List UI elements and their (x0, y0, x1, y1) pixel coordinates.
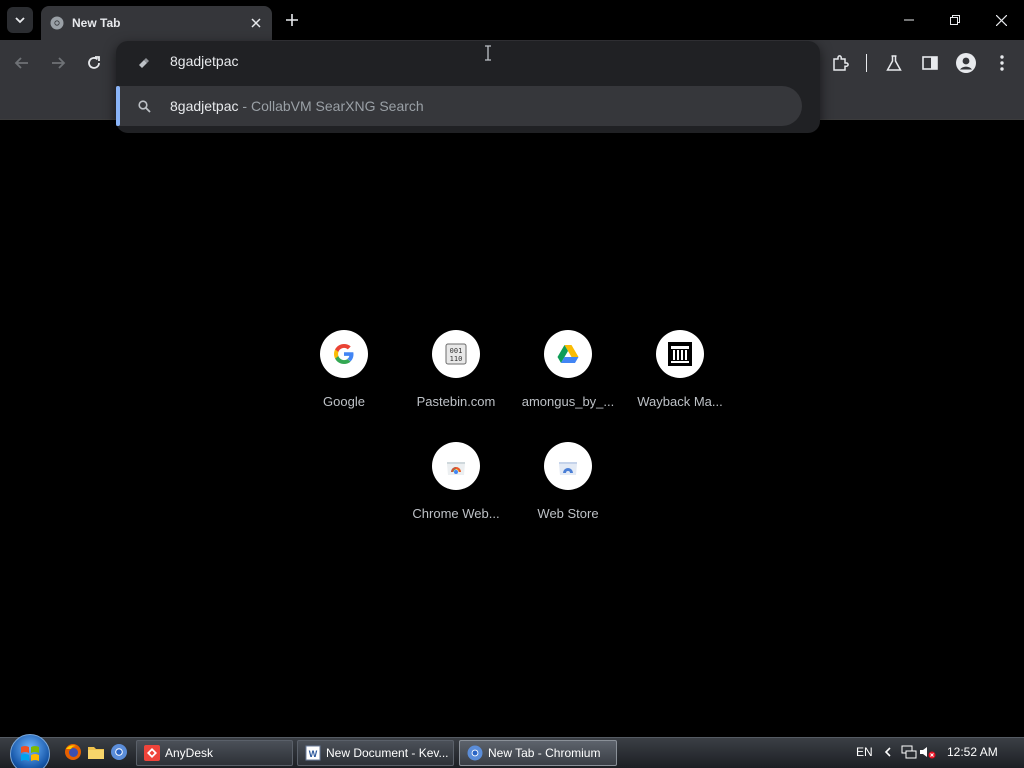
shortcut-label: amongus_by_... (521, 394, 615, 409)
restore-icon (950, 15, 960, 25)
omnibox-input-row (116, 41, 820, 85)
shortcut-label: Web Store (537, 506, 599, 521)
extensions-button[interactable] (828, 51, 852, 75)
shortcut-tile[interactable]: amongus_by_... (512, 330, 624, 442)
firefox-quicklaunch[interactable] (64, 743, 82, 761)
labs-button[interactable] (882, 51, 906, 75)
language-indicator[interactable]: EN (856, 745, 873, 759)
folder-icon (88, 747, 104, 759)
shortcut-icon-circle (320, 330, 368, 378)
suggestion-text: 8gadjetpac - CollabVM SearXNG Search (170, 98, 424, 114)
shortcut-icon-circle (432, 442, 480, 490)
side-panel-icon (922, 56, 938, 70)
flask-icon (886, 55, 902, 71)
chrome-web-store-icon (447, 462, 465, 475)
avatar-icon (956, 53, 976, 73)
taskbar-item-chromium[interactable]: New Tab - Chromium (459, 740, 617, 766)
tab-search-button[interactable] (7, 7, 33, 33)
taskbar-item-anydesk[interactable]: AnyDesk (136, 740, 293, 766)
show-hidden-icons-button[interactable] (879, 743, 897, 761)
anydesk-icon (144, 745, 160, 761)
taskbar-item-label: AnyDesk (165, 746, 214, 760)
start-button[interactable] (10, 734, 50, 768)
back-button[interactable] (10, 51, 34, 75)
google-g-icon (334, 344, 354, 364)
word-document-icon: W (305, 745, 321, 761)
taskbar-item-label: New Document - Kev... (326, 746, 449, 760)
forward-button[interactable] (46, 51, 70, 75)
chevron-down-icon (15, 17, 25, 24)
web-store-icon (559, 462, 577, 475)
search-icon (136, 98, 152, 114)
clock[interactable]: 12:52 AM (947, 745, 998, 759)
omnibox-popup: 8gadjetpac - CollabVM SearXNG Search (116, 41, 820, 133)
taskbar-item-label: New Tab - Chromium (488, 746, 601, 760)
shortcut-label: Wayback Ma... (637, 394, 723, 409)
tab-close-icon[interactable] (246, 13, 266, 33)
shortcut-tile[interactable]: Wayback Ma... (624, 330, 736, 442)
plus-icon (286, 14, 298, 26)
omnibox-input[interactable] (170, 53, 770, 69)
toolbar-divider (866, 54, 867, 72)
menu-button[interactable] (990, 51, 1014, 75)
close-window-button[interactable] (978, 0, 1024, 40)
volume-tray-icon[interactable] (919, 743, 937, 761)
shortcut-tile[interactable]: Web Store (512, 442, 624, 554)
network-tray-icon[interactable] (900, 743, 918, 761)
suggestion-engine: CollabVM SearXNG Search (250, 98, 424, 114)
chevron-left-icon (884, 747, 891, 757)
omnibox-suggestion[interactable]: 8gadjetpac - CollabVM SearXNG Search (116, 86, 802, 126)
chromium-quicklaunch[interactable] (110, 743, 128, 761)
shortcut-icon-circle: 001 110 (432, 330, 480, 378)
suggestion-selected-indicator (116, 86, 120, 126)
arrow-right-icon (52, 57, 66, 69)
chromium-icon (111, 744, 127, 760)
taskbar-item-document[interactable]: W New Document - Kev... (297, 740, 454, 766)
shortcut-label: Pastebin.com (416, 394, 496, 409)
chromium-icon (467, 745, 483, 761)
suggestion-query: 8gadjetpac (170, 98, 239, 114)
shortcut-tile[interactable]: Chrome Web... (400, 442, 512, 554)
puzzle-icon (833, 55, 849, 71)
new-tab-button[interactable] (281, 9, 303, 31)
windows-logo-icon (21, 746, 39, 761)
suggestion-separator: - (238, 98, 251, 114)
explorer-quicklaunch[interactable] (87, 743, 105, 761)
archive-building-icon (668, 342, 692, 366)
network-icon (901, 745, 917, 759)
svg-text:110: 110 (450, 355, 463, 363)
svg-text:W: W (309, 749, 318, 759)
profile-button[interactable] (954, 51, 978, 75)
side-panel-button[interactable] (918, 51, 942, 75)
text-cursor-icon (485, 45, 491, 61)
arrow-left-icon (14, 57, 28, 69)
pastebin-icon: 001 110 (445, 343, 467, 365)
volume-muted-icon (920, 747, 936, 759)
reload-icon (88, 56, 100, 69)
tab-new-tab[interactable]: New Tab (41, 6, 272, 40)
firefox-icon (65, 744, 81, 760)
restore-button[interactable] (932, 0, 978, 40)
reload-button[interactable] (82, 51, 106, 75)
tab-title: New Tab (72, 16, 121, 30)
close-icon (995, 14, 1007, 26)
more-vert-icon (1000, 55, 1004, 71)
shortcut-icon-circle (544, 330, 592, 378)
minimize-icon (904, 19, 914, 21)
svg-text:001: 001 (450, 347, 463, 355)
shortcut-icon-circle (544, 442, 592, 490)
chromium-favicon-icon (50, 16, 64, 30)
shortcut-tile[interactable]: 001 110 Pastebin.com (400, 330, 512, 442)
shortcut-icon-circle (656, 330, 704, 378)
shortcut-label: Chrome Web... (412, 506, 500, 521)
shortcut-label: Google (323, 394, 365, 409)
minimize-button[interactable] (886, 0, 932, 40)
shortcut-tile[interactable]: Google (288, 330, 400, 442)
google-drive-icon (557, 345, 579, 363)
page-info-icon[interactable] (136, 55, 152, 71)
